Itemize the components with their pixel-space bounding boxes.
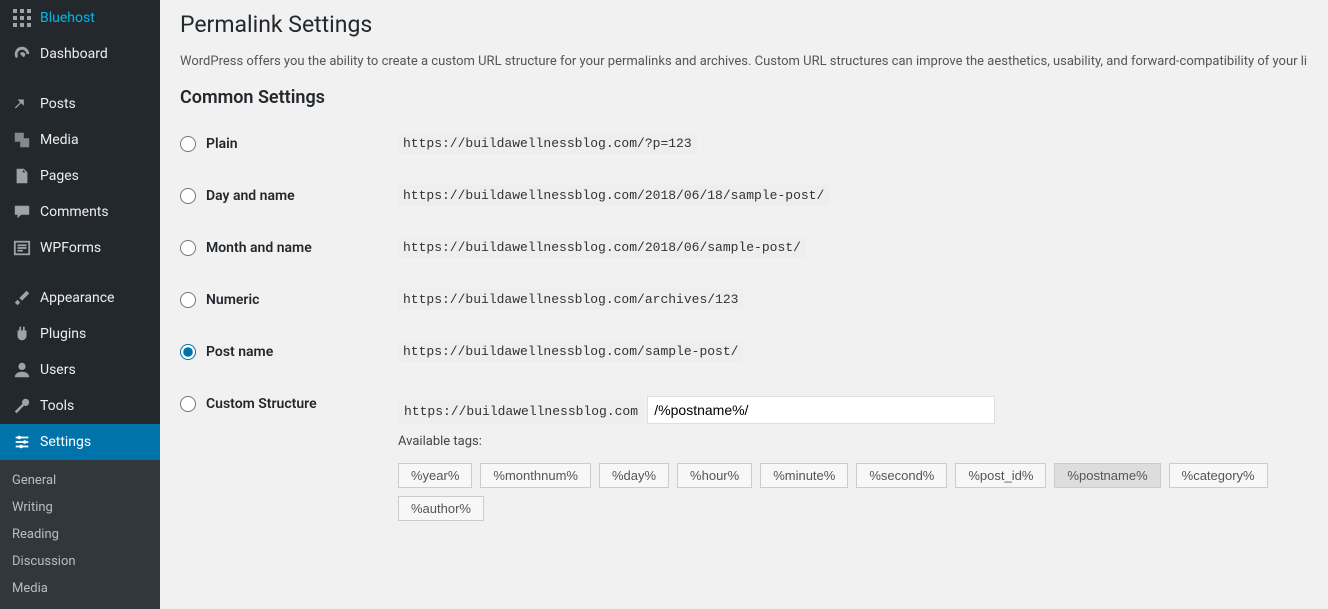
form-icon [12, 238, 32, 258]
label-custom: Custom Structure [206, 396, 317, 412]
tag-postname[interactable]: %postname% [1054, 463, 1160, 488]
dashboard-icon [12, 44, 32, 64]
brush-icon [12, 288, 32, 308]
sidebar-item-label: Plugins [40, 326, 86, 342]
custom-structure-input[interactable] [647, 396, 995, 424]
sidebar-item-tools[interactable]: Tools [0, 388, 160, 424]
settings-submenu: General Writing Reading Discussion Media [0, 460, 160, 609]
submenu-reading[interactable]: Reading [0, 521, 160, 548]
tags-row: %year% %monthnum% %day% %hour% %minute% … [398, 463, 1298, 521]
example-numeric: https://buildawellnessblog.com/archives/… [398, 289, 743, 310]
sidebar-item-plugins[interactable]: Plugins [0, 316, 160, 352]
example-plain: https://buildawellnessblog.com/?p=123 [398, 133, 697, 154]
sidebar-item-media[interactable]: Media [0, 122, 160, 158]
custom-base-url: https://buildawellnessblog.com [398, 399, 644, 424]
sidebar-item-label: Pages [40, 168, 79, 184]
submenu-discussion[interactable]: Discussion [0, 548, 160, 575]
page-icon [12, 166, 32, 186]
sidebar-item-wpforms[interactable]: WPForms [0, 230, 160, 266]
tag-author[interactable]: %author% [398, 496, 484, 521]
sidebar-item-dashboard[interactable]: Dashboard [0, 36, 160, 72]
label-day-name: Day and name [206, 188, 295, 204]
radio-month-name[interactable] [180, 240, 196, 256]
label-post-name: Post name [206, 344, 273, 360]
example-post-name: https://buildawellnessblog.com/sample-po… [398, 341, 743, 362]
submenu-writing[interactable]: Writing [0, 494, 160, 521]
sliders-icon [12, 432, 32, 452]
tag-day[interactable]: %day% [599, 463, 669, 488]
tag-monthnum[interactable]: %monthnum% [480, 463, 591, 488]
user-icon [12, 360, 32, 380]
radio-numeric[interactable] [180, 292, 196, 308]
tag-hour[interactable]: %hour% [677, 463, 752, 488]
radio-custom[interactable] [180, 396, 196, 412]
wrench-icon [12, 396, 32, 416]
page-description: WordPress offers you the ability to crea… [180, 54, 1308, 69]
sidebar-item-pages[interactable]: Pages [0, 158, 160, 194]
submenu-general[interactable]: General [0, 467, 160, 494]
media-icon [12, 130, 32, 150]
label-numeric: Numeric [206, 292, 259, 308]
main-content: Permalink Settings WordPress offers you … [160, 0, 1328, 573]
label-plain: Plain [206, 136, 238, 152]
sidebar-item-label: Appearance [40, 290, 114, 306]
comment-icon [12, 202, 32, 222]
tag-minute[interactable]: %minute% [760, 463, 848, 488]
sidebar-item-label: Dashboard [40, 46, 108, 62]
tag-year[interactable]: %year% [398, 463, 472, 488]
available-tags-label: Available tags: [398, 434, 1298, 449]
label-month-name: Month and name [206, 240, 312, 256]
grid-icon [12, 8, 32, 28]
submenu-media[interactable]: Media [0, 575, 160, 602]
sidebar-item-label: Media [40, 132, 79, 148]
sidebar-item-posts[interactable]: Posts [0, 86, 160, 122]
sidebar-item-label: Comments [40, 204, 109, 220]
sidebar-item-label: Users [40, 362, 76, 378]
sidebar-item-label: Tools [40, 398, 74, 414]
page-title: Permalink Settings [180, 10, 1308, 40]
tag-post-id[interactable]: %post_id% [955, 463, 1046, 488]
tag-category[interactable]: %category% [1169, 463, 1268, 488]
admin-sidebar: Bluehost Dashboard Posts Media Pag [0, 0, 160, 573]
example-month-name: https://buildawellnessblog.com/2018/06/s… [398, 237, 806, 258]
example-day-name: https://buildawellnessblog.com/2018/06/1… [398, 185, 829, 206]
sidebar-item-bluehost[interactable]: Bluehost [0, 0, 160, 36]
sidebar-item-comments[interactable]: Comments [0, 194, 160, 230]
radio-post-name[interactable] [180, 344, 196, 360]
sidebar-item-label: Settings [40, 434, 91, 450]
radio-day-name[interactable] [180, 188, 196, 204]
sidebar-item-label: WPForms [40, 240, 101, 256]
plug-icon [12, 324, 32, 344]
sidebar-item-settings[interactable]: Settings [0, 424, 160, 460]
radio-plain[interactable] [180, 136, 196, 152]
sidebar-item-label: Posts [40, 96, 76, 112]
tag-second[interactable]: %second% [856, 463, 947, 488]
sidebar-item-users[interactable]: Users [0, 352, 160, 388]
pin-icon [12, 94, 32, 114]
section-heading: Common Settings [180, 87, 1308, 108]
sidebar-item-label: Bluehost [40, 10, 95, 26]
sidebar-item-appearance[interactable]: Appearance [0, 280, 160, 316]
permalink-options-table: Plain https://buildawellnessblog.com/?p=… [180, 118, 1308, 539]
